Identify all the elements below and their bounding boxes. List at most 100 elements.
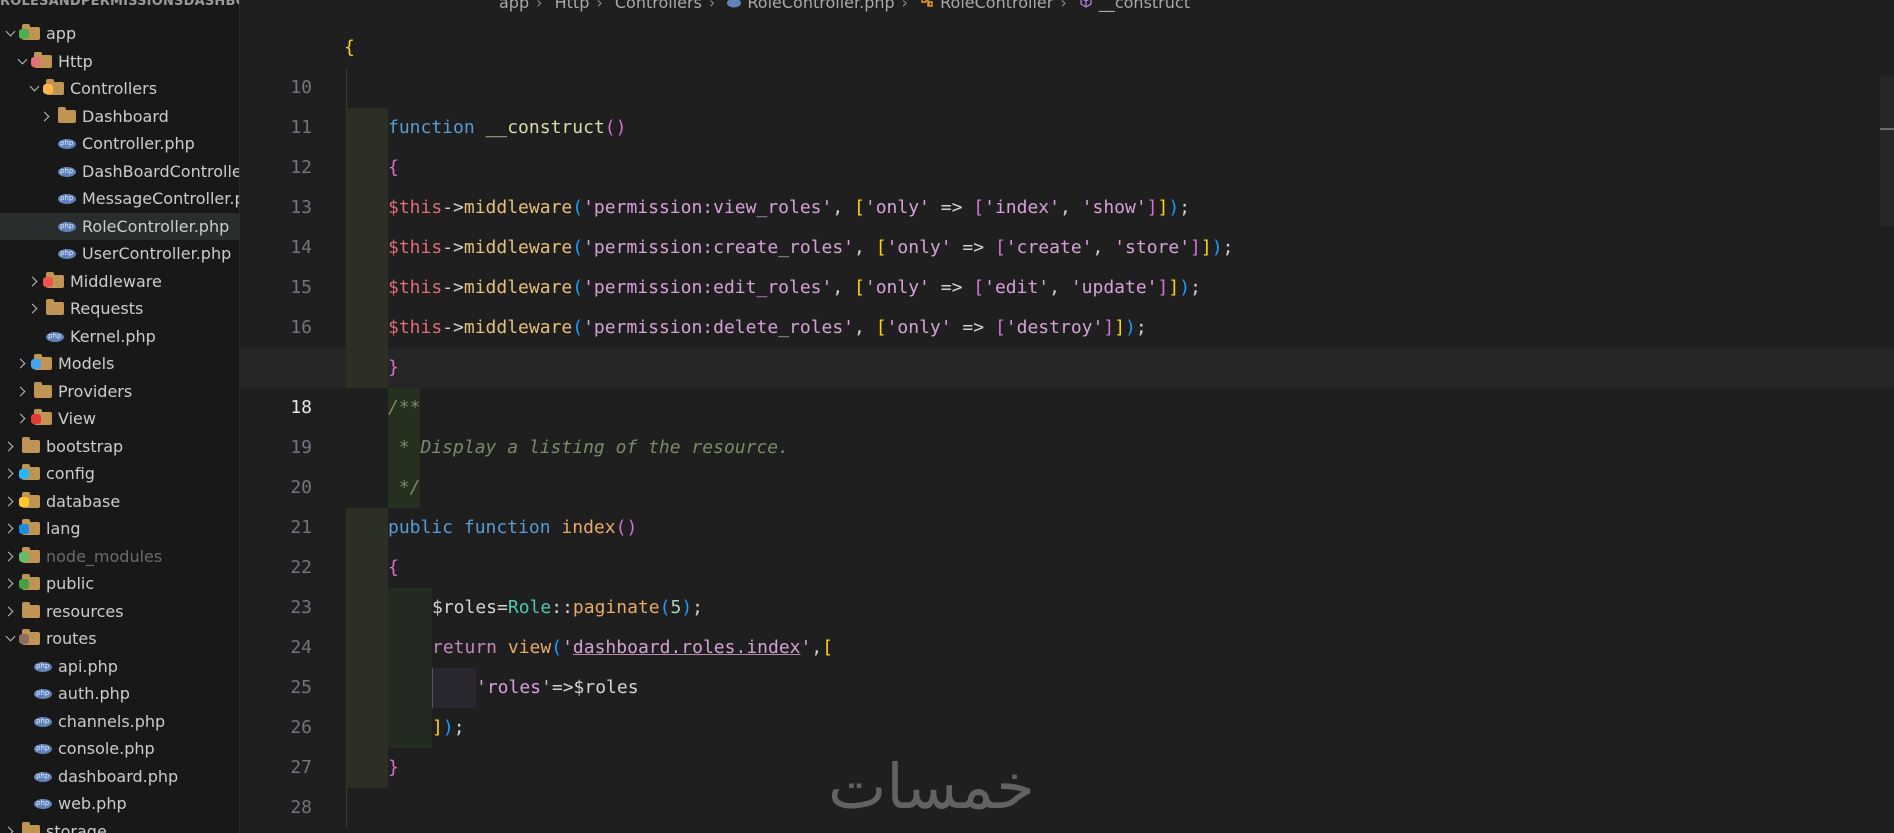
breadcrumb-item-controllers[interactable]: Controllers <box>615 0 702 12</box>
breadcrumb-item-file[interactable]: RoleController.php <box>747 0 894 12</box>
chevron-right-icon[interactable] <box>4 488 18 516</box>
view-path-link[interactable]: dashboard.roles.index <box>573 637 801 658</box>
code-line[interactable]: 14 $this->middleware('permission:view_ro… <box>240 188 1894 258</box>
chevron-right-icon[interactable] <box>16 405 30 433</box>
php-file-icon <box>34 743 52 754</box>
code-line[interactable]: 25 return view('dashboard.roles.index',[ <box>240 628 1894 698</box>
tree-item-lang[interactable]: lang <box>0 515 239 543</box>
tree-item-label: resources <box>46 601 124 621</box>
folder-controllers-icon <box>43 79 64 95</box>
tree-item-label: Requests <box>70 299 144 318</box>
indent-guide <box>346 108 388 148</box>
tree-item-requests[interactable]: Requests <box>0 295 239 323</box>
tree-item-console-php[interactable]: console.php <box>0 735 239 763</box>
code-line[interactable]: 22 public function index() <box>240 508 1894 578</box>
tree-item-usercontroller-php[interactable]: UserController.php <box>0 240 239 268</box>
code-line[interactable]: 26 'roles'=>$roles <box>240 668 1894 738</box>
scrollbar[interactable] <box>1880 76 1894 226</box>
code-line[interactable]: 16 $this->middleware('permission:edit_ro… <box>240 268 1894 338</box>
chevron-right-icon[interactable] <box>4 543 18 571</box>
folder-node-icon <box>19 546 40 563</box>
tree-item-label: MessageController.p... <box>82 189 239 208</box>
tree-item-channels-php[interactable]: channels.php <box>0 708 239 736</box>
chevron-right-icon[interactable] <box>28 268 42 296</box>
tree-item-bootstrap[interactable]: bootstrap <box>0 433 239 461</box>
chevron-right-icon[interactable] <box>4 515 18 543</box>
tree-item-app[interactable]: app <box>0 20 239 48</box>
tree-item-auth-php[interactable]: auth.php <box>0 680 239 708</box>
tree-item-dashboardcontroller[interactable]: DashBoardController.... <box>0 158 239 186</box>
code-editor[interactable]: app › Http › Controllers › RoleController.p… <box>240 0 1894 833</box>
indent-guide <box>346 228 388 268</box>
chevron-right-icon[interactable] <box>4 460 18 488</box>
chevron-down-icon[interactable] <box>28 75 42 103</box>
code-line[interactable]: 24 $roles=Role::paginate(5); <box>240 588 1894 658</box>
chevron-right-icon[interactable] <box>4 570 18 598</box>
tree-item-controllers[interactable]: Controllers <box>0 75 239 103</box>
chevron-right-icon[interactable] <box>16 378 30 406</box>
breadcrumb-item-http[interactable]: Http <box>555 0 590 12</box>
tree-item-database[interactable]: database <box>0 488 239 516</box>
chevron-down-icon[interactable] <box>16 48 30 76</box>
breadcrumb-item-class[interactable]: RoleController <box>940 0 1053 12</box>
tree-item-messagecontroller-p[interactable]: MessageController.p... <box>0 185 239 213</box>
code-line[interactable]: 27 ]); <box>240 708 1894 778</box>
tree-item-dashboard[interactable]: Dashboard <box>0 103 239 131</box>
breadcrumb: app › Http › Controllers › RoleController.p… <box>499 0 1190 13</box>
code-line[interactable]: 19 /** <box>240 388 1894 458</box>
code-token: $this <box>388 197 443 218</box>
chevron-right-icon[interactable] <box>28 295 42 323</box>
breadcrumb-item-method[interactable]: __construct <box>1099 0 1190 12</box>
explorer-root-label[interactable]: ROLESANDPERMISSIONSDASHBO... <box>0 0 239 12</box>
tree-item-view[interactable]: View <box>0 405 239 433</box>
tree-item-kernel-php[interactable]: Kernel.php <box>0 323 239 351</box>
tree-item-resources[interactable]: resources <box>0 598 239 626</box>
code-line[interactable]: 23 { <box>240 548 1894 618</box>
tree-item-models[interactable]: Models <box>0 350 239 378</box>
breadcrumb-item-app[interactable]: app <box>499 0 529 12</box>
code-line[interactable]: 12 function __construct() <box>240 108 1894 178</box>
tree-item-dashboard-php[interactable]: dashboard.php <box>0 763 239 791</box>
tree-item-routes[interactable]: routes <box>0 625 239 653</box>
tree-item-rolecontroller-php[interactable]: RoleController.php <box>0 212 239 240</box>
tree-item-api-php[interactable]: api.php <box>0 653 239 681</box>
tree-item-middleware[interactable]: Middleware <box>0 268 239 296</box>
code-line[interactable]: 10 { <box>240 28 1894 98</box>
tree-item-web-php[interactable]: web.php <box>0 790 239 818</box>
code-token: middleware <box>463 277 573 298</box>
tree-item-label: app <box>46 24 77 43</box>
tree-item-label: auth.php <box>58 684 130 703</box>
code-token: middleware <box>463 197 573 218</box>
code-token: -> <box>442 197 464 218</box>
chevron-right-icon[interactable] <box>4 433 18 461</box>
chevron-right-icon: › <box>536 0 543 12</box>
code-line[interactable]: 13 { <box>240 148 1894 218</box>
folder-icon <box>34 381 52 398</box>
chevron-right-icon[interactable] <box>40 103 54 131</box>
code-area[interactable]: 10 { 11 12 function __construct() 13 { 1… <box>240 28 1894 828</box>
code-line[interactable]: 29 <box>240 788 1894 828</box>
tree-item-label: View <box>58 409 96 428</box>
tree-item-config[interactable]: config <box>0 460 239 488</box>
chevron-right-icon[interactable] <box>4 598 18 626</box>
tree-item-storage[interactable]: storage <box>0 818 239 833</box>
tree-item-node-modules[interactable]: node_modules <box>0 543 239 571</box>
code-token: 5 <box>670 597 682 618</box>
tree-item-public[interactable]: public <box>0 570 239 598</box>
code-line[interactable]: 20 * Display a listing of the resource. <box>240 428 1894 498</box>
code-line[interactable]: 17 $this->middleware('permission:delete_… <box>240 308 1894 378</box>
tree-item-providers[interactable]: Providers <box>0 378 239 406</box>
tree-item-controller-php[interactable]: Controller.php <box>0 130 239 158</box>
code-line[interactable]: 21 */ <box>240 468 1894 538</box>
code-line[interactable]: 15 $this->middleware('permission:create_… <box>240 228 1894 298</box>
chevron-right-icon: › <box>901 0 909 12</box>
chevron-down-icon[interactable] <box>4 20 18 48</box>
code-line[interactable]: 28 } <box>240 748 1894 818</box>
code-line-current[interactable]: 18 } <box>240 348 1894 418</box>
chevron-right-icon[interactable] <box>4 818 18 833</box>
explorer-sidebar: ROLESANDPERMISSIONSDASHBO... app Http Cont… <box>0 0 240 833</box>
code-line[interactable]: 11 <box>240 68 1894 138</box>
chevron-right-icon[interactable] <box>16 350 30 378</box>
chevron-down-icon[interactable] <box>4 625 18 653</box>
tree-item-http[interactable]: Http <box>0 48 239 76</box>
